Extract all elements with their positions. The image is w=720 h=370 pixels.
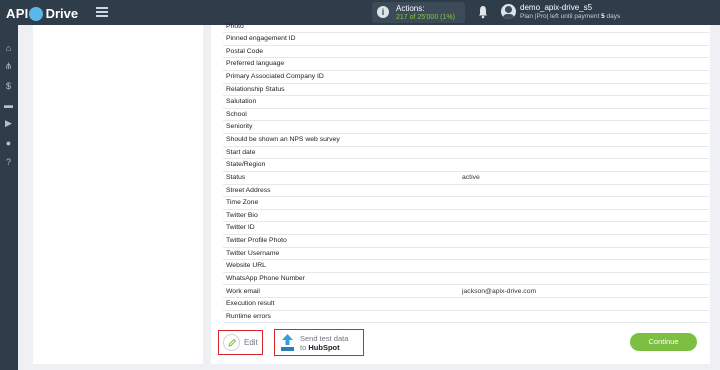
send-label-line2: to HubSpot bbox=[300, 343, 340, 352]
edit-label: Edit bbox=[244, 338, 258, 347]
field-row: Street Address bbox=[223, 185, 709, 198]
field-name: Status bbox=[226, 173, 246, 181]
field-name: Should be shown an NPS web survey bbox=[226, 136, 340, 144]
field-row: Preferred language bbox=[223, 58, 709, 71]
logo-x-icon bbox=[28, 7, 43, 21]
field-value: jackson@apix-drive.com bbox=[462, 287, 537, 295]
field-name: Website URL bbox=[226, 262, 266, 270]
field-row: WhatsApp Phone Number bbox=[223, 273, 709, 286]
field-row: Pinned engagement ID bbox=[223, 33, 709, 46]
field-row: Twitter Profile Photo bbox=[223, 235, 709, 248]
field-row: Twitter Username bbox=[223, 248, 709, 261]
plan-prefix: Plan |Pro| left until payment bbox=[520, 13, 600, 20]
menu-icon[interactable] bbox=[96, 7, 108, 17]
send-label-line1: Send test data bbox=[300, 334, 349, 343]
field-row: Work email jackson@apix-drive.com bbox=[223, 286, 709, 299]
field-row: Time Zone bbox=[223, 197, 709, 210]
field-name: Time Zone bbox=[226, 199, 259, 207]
field-name: WhatsApp Phone Number bbox=[226, 274, 305, 282]
send-test-data-button[interactable]: Send test data to HubSpot bbox=[274, 329, 364, 356]
bell-icon[interactable] bbox=[478, 5, 488, 19]
field-value: active bbox=[462, 173, 480, 181]
field-row: Salutation bbox=[223, 96, 709, 109]
field-row: Photo bbox=[223, 21, 709, 34]
field-row: Start date bbox=[223, 147, 709, 160]
field-name: Street Address bbox=[226, 186, 271, 194]
plan-suffix: days bbox=[606, 13, 621, 20]
home-icon[interactable]: ⌂ bbox=[3, 42, 14, 53]
field-row: State/Region bbox=[223, 159, 709, 172]
field-row: Seniority bbox=[223, 121, 709, 135]
field-name: Twitter Profile Photo bbox=[226, 237, 287, 245]
user-icon[interactable]: ● bbox=[3, 137, 14, 148]
field-row: Runtime errors bbox=[223, 311, 709, 324]
field-row: Postal Code bbox=[223, 46, 709, 59]
pencil-icon bbox=[228, 338, 237, 347]
field-name: Twitter Username bbox=[226, 249, 280, 257]
logo-text-api: API bbox=[6, 5, 29, 21]
help-icon[interactable]: ? bbox=[3, 156, 14, 167]
field-name: Start date bbox=[226, 148, 256, 156]
sitemap-icon[interactable]: ⋔ bbox=[3, 61, 14, 72]
logo-text-drive: Drive bbox=[45, 5, 79, 21]
field-name: School bbox=[226, 110, 247, 118]
field-name: Primary Associated Company ID bbox=[226, 72, 324, 80]
field-name: Preferred language bbox=[226, 60, 285, 68]
field-name: Salutation bbox=[226, 98, 257, 106]
left-panel bbox=[33, 25, 203, 364]
field-row: Website URL bbox=[223, 260, 709, 273]
field-name: Twitter Bio bbox=[226, 211, 258, 219]
actions-label: Actions: bbox=[396, 4, 425, 13]
field-name: Pinned engagement ID bbox=[226, 35, 296, 43]
user-name[interactable]: demo_apix-drive_s5 bbox=[520, 3, 592, 12]
field-row: Should be shown an NPS web survey bbox=[223, 134, 709, 147]
field-name: Runtime errors bbox=[226, 312, 271, 320]
field-row: Relationship Status bbox=[223, 84, 709, 97]
field-row: Status active bbox=[223, 172, 709, 185]
upload-icon bbox=[281, 334, 294, 351]
field-name: Seniority bbox=[226, 123, 253, 131]
sidebar: ⌂ ⋔ $ ▬ ▶ ● ? bbox=[0, 25, 18, 370]
briefcase-icon[interactable]: ▬ bbox=[3, 99, 14, 110]
field-row: Twitter ID bbox=[223, 222, 709, 235]
apixdrive-logo[interactable]: API Drive bbox=[6, 5, 78, 21]
dollar-icon[interactable]: $ bbox=[3, 80, 14, 91]
video-icon[interactable]: ▶ bbox=[3, 118, 14, 129]
field-name: Twitter ID bbox=[226, 224, 255, 232]
field-name: Execution result bbox=[226, 300, 275, 308]
field-row: Execution result bbox=[223, 298, 709, 311]
field-name: Photo bbox=[226, 22, 244, 30]
avatar[interactable] bbox=[501, 4, 516, 19]
field-row: School bbox=[223, 109, 709, 122]
send-label-target: HubSpot bbox=[308, 343, 340, 352]
field-name: State/Region bbox=[226, 161, 266, 169]
info-icon: i bbox=[377, 6, 389, 18]
field-row: Twitter Bio bbox=[223, 210, 709, 223]
edit-circle bbox=[223, 334, 240, 351]
field-name: Relationship Status bbox=[226, 85, 285, 93]
plan-days: 5 bbox=[601, 13, 605, 20]
send-label-prefix: to bbox=[300, 343, 307, 352]
edit-button[interactable]: Edit bbox=[218, 330, 263, 355]
field-row: Primary Associated Company ID bbox=[223, 71, 709, 84]
continue-button[interactable]: Continue bbox=[630, 333, 697, 351]
field-name: Postal Code bbox=[226, 47, 264, 55]
user-plan: Plan |Pro| left until payment 5 days bbox=[520, 13, 620, 20]
field-name: Work email bbox=[226, 287, 260, 295]
